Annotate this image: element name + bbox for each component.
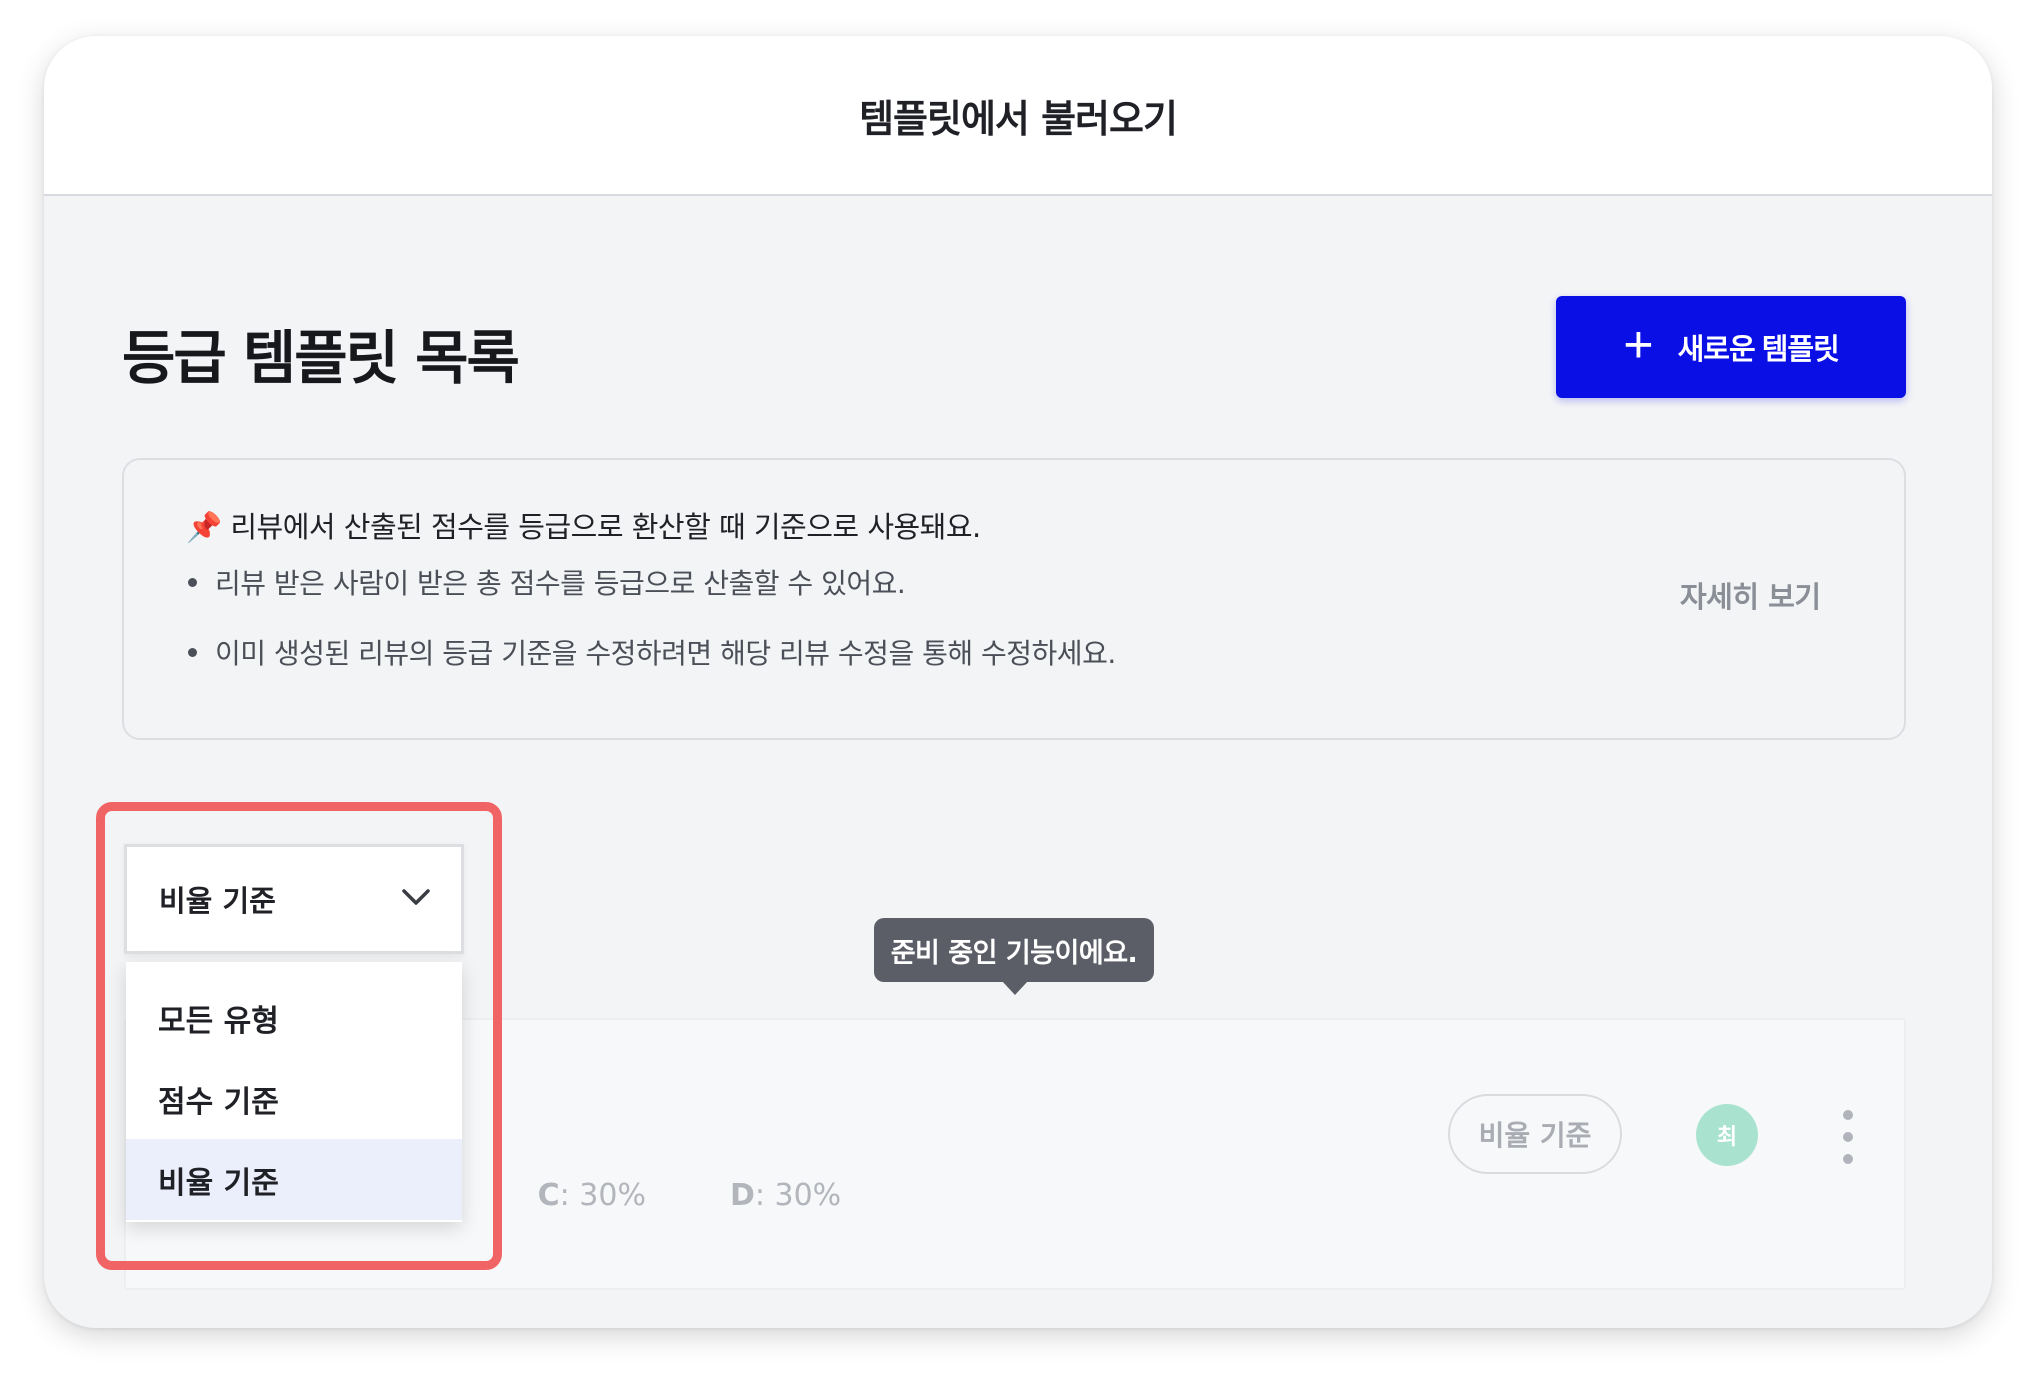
info-main-label: 리뷰에서 산출된 점수를 등급으로 환산할 때 기준으로 사용돼요. — [230, 510, 981, 544]
info-box: 📌 리뷰에서 산출된 점수를 등급으로 환산할 때 기준으로 사용돼요. 리뷰 … — [122, 458, 1906, 740]
plus-icon: + — [1623, 316, 1654, 374]
info-main-text: 📌 리뷰에서 산출된 점수를 등급으로 환산할 때 기준으로 사용돼요. — [186, 504, 981, 546]
info-bullet-text: 리뷰 받은 사람이 받은 총 점수를 등급으로 산출할 수 있어요. — [215, 567, 906, 600]
page-title: 등급 템플릿 목록 — [122, 324, 520, 392]
info-bullet: 리뷰 받은 사람이 받은 총 점수를 등급으로 산출할 수 있어요. — [188, 562, 906, 602]
avatar: 최 — [1696, 1104, 1758, 1166]
pin-icon: 📌 — [186, 510, 222, 544]
dropdown-option-ratio[interactable]: 비율 기준 — [126, 1139, 462, 1220]
stat-item: C: 30% — [537, 1178, 646, 1213]
modal-header: 템플릿에서 불러오기 — [44, 36, 1992, 196]
info-bullet: 이미 생성된 리뷰의 등급 기준을 수정하려면 해당 리뷰 수정을 통해 수정하… — [188, 632, 1116, 672]
template-type-badge: 비율 기준 — [1448, 1094, 1622, 1174]
modal-window: 템플릿에서 불러오기 등급 템플릿 목록 + 새로운 템플릿 📌 리뷰에서 산출… — [44, 36, 1992, 1328]
detail-link[interactable]: 자세히 보기 — [1680, 574, 1821, 616]
tooltip-text: 준비 중인 기능이에요. — [890, 937, 1138, 969]
modal-title: 템플릿에서 불러오기 — [859, 96, 1178, 141]
info-bullet-text: 이미 생성된 리뷰의 등급 기준을 수정하려면 해당 리뷰 수정을 통해 수정하… — [215, 637, 1116, 670]
new-template-label: 새로운 템플릿 — [1677, 334, 1840, 366]
chevron-down-icon — [402, 889, 430, 905]
type-filter-dropdown: 모든 유형 점수 기준 비율 기준 — [126, 962, 462, 1222]
type-filter-value: 비율 기준 — [159, 884, 276, 918]
dropdown-option-score[interactable]: 점수 기준 — [126, 1058, 462, 1139]
bullet-dot-icon — [188, 647, 197, 657]
template-stats: 0% C: 30% D: 30% — [406, 1178, 841, 1213]
dropdown-option-all[interactable]: 모든 유형 — [126, 977, 462, 1058]
type-filter-select[interactable]: 비율 기준 — [124, 844, 464, 954]
more-vertical-icon[interactable] — [1838, 1110, 1858, 1164]
coming-soon-tooltip: 준비 중인 기능이에요. — [874, 918, 1154, 995]
stat-item: D: 30% — [729, 1178, 842, 1213]
new-template-button[interactable]: + 새로운 템플릿 — [1556, 296, 1906, 398]
bullet-dot-icon — [188, 577, 197, 587]
